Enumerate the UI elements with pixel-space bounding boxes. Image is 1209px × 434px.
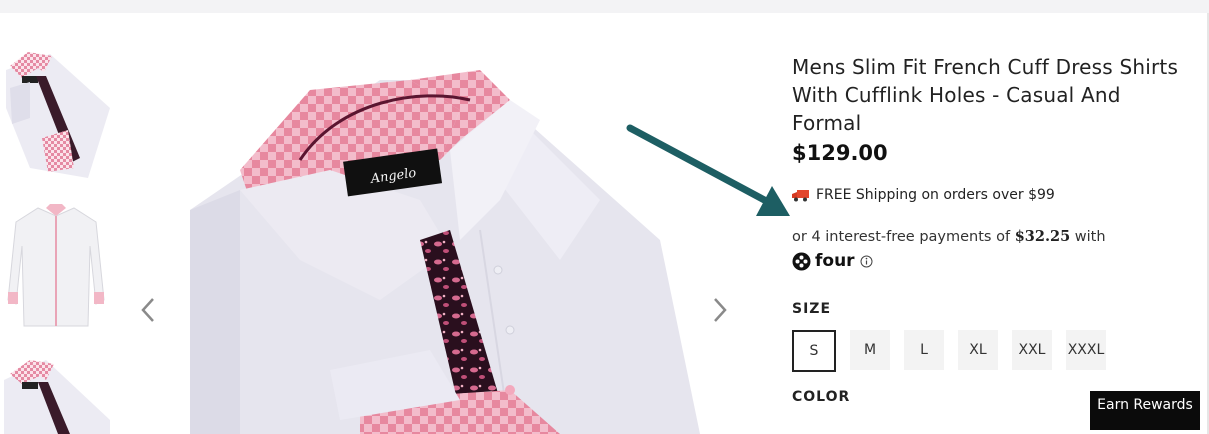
thumbnail-folded-shirt[interactable] — [0, 48, 112, 182]
size-option-xxxl[interactable]: XXXL — [1066, 330, 1106, 370]
size-option-xxl[interactable]: XXL — [1012, 330, 1052, 370]
earn-rewards-button[interactable]: Earn Rewards — [1090, 391, 1200, 430]
product-price: $129.00 — [792, 141, 888, 165]
chevron-left-icon — [141, 298, 154, 322]
gallery-prev-button[interactable] — [133, 295, 163, 325]
main-product-image[interactable]: Angelo — [180, 40, 700, 434]
four-logo[interactable]: four — [792, 251, 855, 271]
size-label: SIZE — [792, 301, 832, 317]
four-logo-icon — [792, 252, 811, 270]
info-icon[interactable] — [860, 255, 873, 268]
thumbnail-front-shirt[interactable] — [0, 200, 112, 332]
product-gallery: Angelo — [130, 40, 750, 434]
installments-amount: $32.25 — [1014, 228, 1071, 245]
installments-prefix: or 4 interest-free payments of — [792, 229, 1011, 245]
thumbnail-list — [0, 40, 120, 434]
size-option-l[interactable]: L — [904, 330, 944, 370]
size-option-xl[interactable]: XL — [958, 330, 998, 370]
four-payment-row: four — [792, 251, 1192, 271]
annotation-arrow — [620, 118, 820, 222]
top-bar — [0, 0, 1209, 13]
installments-notice: or 4 interest-free payments of $32.25 wi… — [792, 227, 1192, 247]
four-provider-name: four — [815, 251, 855, 271]
product-info: Mens Slim Fit French Cuff Dress Shirts W… — [792, 53, 1192, 405]
gallery-next-button[interactable] — [705, 295, 735, 325]
truck-icon — [792, 189, 810, 202]
product-title: Mens Slim Fit French Cuff Dress Shirts W… — [792, 55, 1179, 135]
size-options: S M L XL XXL XXXL — [792, 330, 1192, 372]
thumbnail-folded-shirt-detail[interactable] — [0, 350, 112, 434]
shipping-text: FREE Shipping on orders over $99 — [816, 187, 1055, 203]
chevron-right-icon — [714, 298, 727, 322]
size-option-m[interactable]: M — [850, 330, 890, 370]
installments-suffix: with — [1074, 229, 1106, 245]
size-option-s[interactable]: S — [792, 330, 836, 372]
shipping-notice: FREE Shipping on orders over $99 — [792, 187, 1192, 203]
